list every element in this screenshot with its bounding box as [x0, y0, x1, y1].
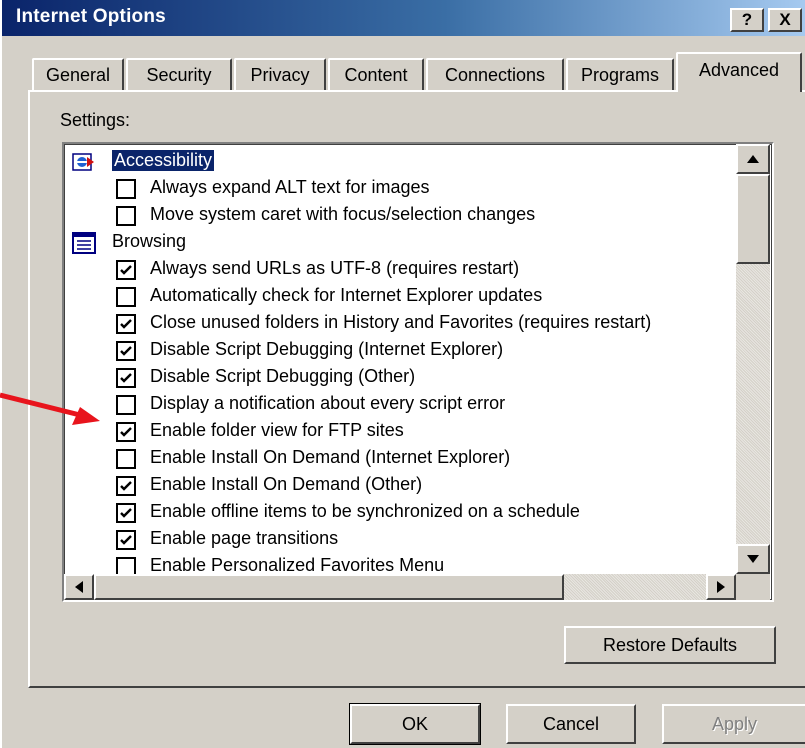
setting-item[interactable]: Enable page transitions — [64, 526, 736, 553]
checkbox-unchecked[interactable] — [116, 287, 136, 307]
setting-label: Enable page transitions — [150, 528, 339, 548]
tab-label: Security — [146, 64, 212, 85]
arrow-right-icon — [717, 581, 725, 593]
setting-item[interactable]: Disable Script Debugging (Internet Explo… — [64, 337, 736, 364]
setting-item[interactable]: Always send URLs as UTF-8 (requires rest… — [64, 256, 736, 283]
window-title: Internet Options — [16, 6, 166, 27]
checkmark-icon — [120, 373, 132, 383]
vertical-scrollbar[interactable] — [736, 144, 770, 574]
horizontal-scrollbar[interactable] — [64, 574, 736, 600]
tab-advanced[interactable]: Advanced — [676, 52, 802, 92]
setting-label: Disable Script Debugging (Other) — [150, 366, 416, 386]
setting-label: Display a notification about every scrip… — [150, 393, 506, 413]
checkbox-checked[interactable] — [116, 341, 136, 361]
checkbox-unchecked[interactable] — [116, 395, 136, 415]
arrow-up-icon — [747, 155, 759, 163]
scrollbar-corner — [736, 574, 770, 600]
checkmark-icon — [120, 265, 132, 275]
checkbox-unchecked[interactable] — [116, 449, 136, 469]
help-button[interactable]: ? — [730, 8, 764, 32]
cancel-button[interactable]: Cancel — [506, 704, 636, 744]
tab-privacy[interactable]: Privacy — [234, 58, 326, 90]
setting-item[interactable]: Close unused folders in History and Favo… — [64, 310, 736, 337]
settings-label: Settings: — [60, 110, 131, 130]
tab-programs[interactable]: Programs — [566, 58, 674, 90]
setting-label: Enable Personalized Favorites Menu — [150, 555, 445, 575]
tab-label: General — [45, 64, 111, 85]
setting-label: Move system caret with focus/selection c… — [150, 204, 536, 224]
setting-label: Always expand ALT text for images — [150, 177, 430, 197]
browsing-icon — [72, 232, 96, 254]
settings-list-content: Accessibility Always expand ALT text for… — [64, 144, 736, 578]
setting-item[interactable]: Always expand ALT text for images — [64, 175, 736, 202]
checkmark-icon — [120, 508, 132, 518]
setting-label: Disable Script Debugging (Internet Explo… — [150, 339, 504, 359]
internet-options-window: Internet Options ? X General Security Pr… — [0, 0, 805, 748]
tab-content[interactable]: Content — [328, 58, 424, 90]
tab-label: Privacy — [250, 64, 310, 85]
title-bar[interactable]: Internet Options ? X — [2, 0, 805, 36]
tab-label: Content — [344, 64, 408, 85]
vertical-scroll-thumb[interactable] — [736, 174, 770, 264]
checkmark-icon — [120, 346, 132, 356]
category-accessibility[interactable]: Accessibility — [64, 148, 736, 175]
checkbox-unchecked[interactable] — [116, 179, 136, 199]
tab-connections[interactable]: Connections — [426, 58, 564, 90]
setting-item[interactable]: Enable Install On Demand (Other) — [64, 472, 736, 499]
scroll-left-button[interactable] — [64, 574, 94, 600]
checkbox-checked[interactable] — [116, 314, 136, 334]
setting-item[interactable]: Enable Install On Demand (Internet Explo… — [64, 445, 736, 472]
close-icon: X — [779, 10, 791, 29]
checkmark-icon — [120, 319, 132, 329]
tab-label: Advanced — [698, 59, 780, 80]
setting-label: Automatically check for Internet Explore… — [150, 285, 543, 305]
scroll-right-button[interactable] — [706, 574, 736, 600]
category-label: Browsing — [112, 231, 187, 251]
checkbox-unchecked[interactable] — [116, 206, 136, 226]
setting-label: Enable Install On Demand (Other) — [150, 474, 423, 494]
setting-item[interactable]: Enable folder view for FTP sites — [64, 418, 736, 445]
checkbox-checked[interactable] — [116, 476, 136, 496]
setting-item[interactable]: Automatically check for Internet Explore… — [64, 283, 736, 310]
setting-label: Enable offline items to be synchronized … — [150, 501, 580, 521]
checkmark-icon — [120, 481, 132, 491]
checkbox-checked[interactable] — [116, 530, 136, 550]
ok-button[interactable]: OK — [349, 703, 481, 745]
checkbox-checked[interactable] — [116, 368, 136, 388]
help-icon: ? — [741, 10, 753, 29]
red-arrow-annotation-icon — [0, 392, 100, 425]
scroll-up-button[interactable] — [736, 144, 770, 174]
category-browsing[interactable]: Browsing — [64, 229, 736, 256]
checkbox-checked[interactable] — [116, 503, 136, 523]
arrow-left-icon — [75, 581, 83, 593]
setting-item[interactable]: Enable offline items to be synchronized … — [64, 499, 736, 526]
arrow-down-icon — [747, 555, 759, 563]
tab-security[interactable]: Security — [126, 58, 232, 90]
setting-label: Enable folder view for FTP sites — [150, 420, 404, 440]
setting-label: Close unused folders in History and Favo… — [150, 312, 652, 332]
accessibility-icon — [72, 153, 94, 171]
setting-item[interactable]: Move system caret with focus/selection c… — [64, 202, 736, 229]
tab-label: Programs — [580, 64, 660, 85]
setting-item[interactable]: Display a notification about every scrip… — [64, 391, 736, 418]
checkmark-icon — [120, 427, 132, 437]
setting-label: Always send URLs as UTF-8 (requires rest… — [150, 258, 520, 278]
scroll-down-button[interactable] — [736, 544, 770, 574]
tab-strip: General Security Privacy Content Connect… — [32, 52, 805, 92]
restore-defaults-button[interactable]: Restore Defaults — [564, 626, 776, 664]
checkbox-checked[interactable] — [116, 422, 136, 442]
close-button[interactable]: X — [768, 8, 802, 32]
horizontal-scroll-thumb[interactable] — [94, 574, 564, 600]
setting-label: Enable Install On Demand (Internet Explo… — [150, 447, 511, 467]
category-label: Accessibility — [110, 149, 216, 172]
checkbox-checked[interactable] — [116, 260, 136, 280]
settings-tree-list[interactable]: Accessibility Always expand ALT text for… — [62, 142, 774, 602]
checkmark-icon — [120, 535, 132, 545]
setting-item[interactable]: Disable Script Debugging (Other) — [64, 364, 736, 391]
tab-label: Connections — [444, 64, 546, 85]
apply-button[interactable]: Apply — [662, 704, 805, 744]
tab-general[interactable]: General — [32, 58, 124, 90]
